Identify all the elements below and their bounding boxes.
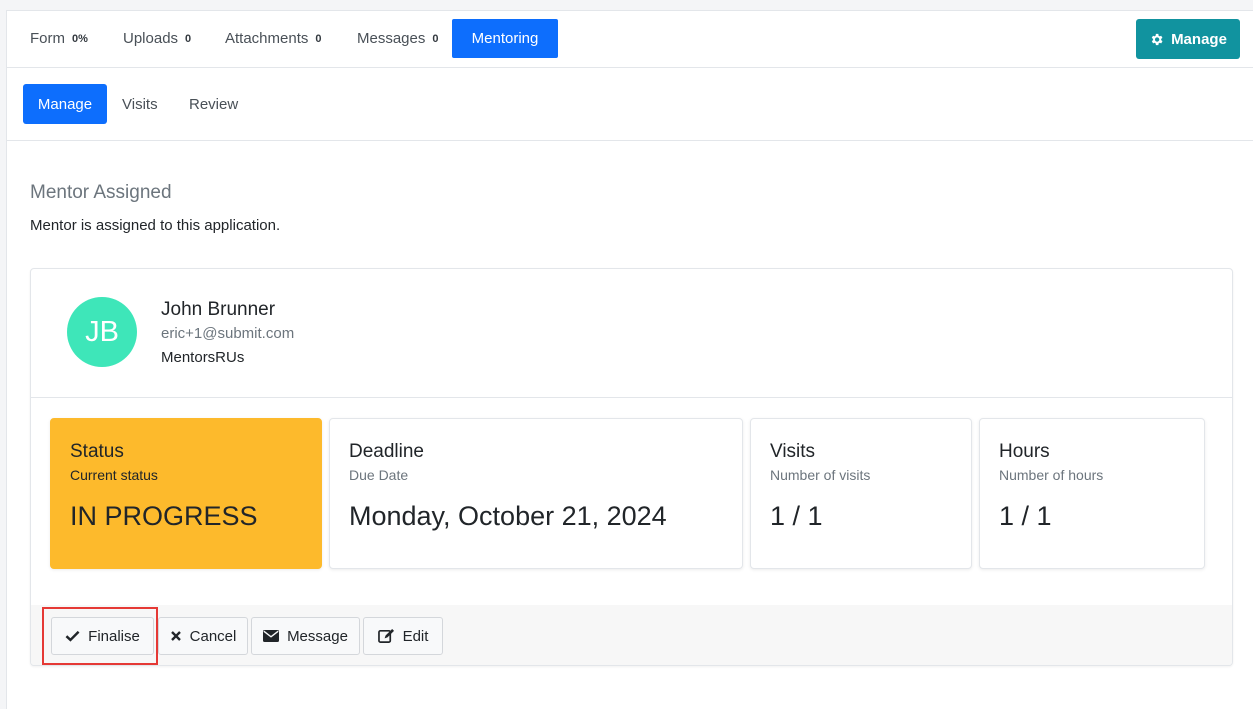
stat-hours: Hours Number of hours 1 / 1 [979,418,1205,569]
avatar: JB [67,297,137,367]
stat-title: Status [70,441,124,462]
focus-highlight-box [42,607,158,665]
cancel-button-label: Cancel [189,627,237,645]
mentor-card: JB John Brunner eric+1@submit.com Mentor… [30,268,1233,666]
manage-button-label: Manage [1171,30,1227,48]
tab-messages[interactable]: Messages 0 [357,19,439,58]
subtab-visits[interactable]: Visits [122,84,158,124]
stat-subtitle: Current status [70,467,158,483]
stat-deadline: Deadline Due Date Monday, October 21, 20… [329,418,743,569]
tab-badge: 0 [432,32,439,45]
tab-uploads[interactable]: Uploads 0 [123,19,191,58]
sub-tab-bar: Manage Visits Review [7,68,1253,141]
stat-title: Hours [999,441,1050,462]
stat-subtitle: Due Date [349,467,409,483]
mentor-name: John Brunner [161,299,276,320]
close-icon [170,631,181,641]
message-button-label: Message [287,627,348,645]
edit-button[interactable]: Edit [363,617,443,655]
stat-subtitle: Number of hours [999,467,1104,483]
top-tab-bar: Form 0% Uploads 0 Attachments 0 Messages… [7,11,1253,68]
stat-value: Monday, October 21, 2024 [349,501,667,531]
mentor-organization: MentorsRUs [161,349,245,366]
section-description: Mentor is assigned to this application. [30,217,281,234]
tab-mentoring[interactable]: Mentoring [452,19,558,58]
tab-badge: 0 [315,32,322,45]
tab-label: Mentoring [471,30,539,47]
subtab-label: Manage [37,95,93,113]
tab-label: Attachments [225,30,309,47]
stat-title: Deadline [349,441,424,462]
tab-label: Form [30,30,65,47]
edit-button-label: Edit [402,627,429,645]
subtab-label: Review [189,95,239,113]
mentor-email: eric+1@submit.com [161,325,295,342]
edit-icon [377,628,394,643]
stat-visits: Visits Number of visits 1 / 1 [750,418,972,569]
cancel-button[interactable]: Cancel [158,617,248,655]
stat-value: IN PROGRESS [70,501,258,531]
stat-subtitle: Number of visits [770,467,871,483]
subtab-manage[interactable]: Manage [23,84,107,124]
section-title: Mentor Assigned [30,182,172,203]
envelope-icon [263,630,280,642]
stat-status: Status Current status IN PROGRESS [50,418,322,569]
stat-value: 1 / 1 [770,501,823,531]
tab-badge: 0 [185,32,192,45]
tab-label: Messages [357,30,426,47]
stat-value: 1 / 1 [999,501,1052,531]
tab-form[interactable]: Form 0% [30,19,88,58]
subtab-review[interactable]: Review [189,84,238,124]
app-frame: Form 0% Uploads 0 Attachments 0 Messages… [6,10,1253,709]
mentor-card-header: JB John Brunner eric+1@submit.com Mentor… [31,269,1232,398]
tab-attachments[interactable]: Attachments 0 [225,19,322,58]
subtab-label: Visits [122,95,158,113]
manage-button[interactable]: Manage [1136,19,1240,59]
stat-title: Visits [770,441,816,462]
gear-icon [1151,33,1163,45]
tab-badge: 0% [72,32,88,45]
tab-label: Uploads [123,30,179,47]
message-button[interactable]: Message [251,617,360,655]
